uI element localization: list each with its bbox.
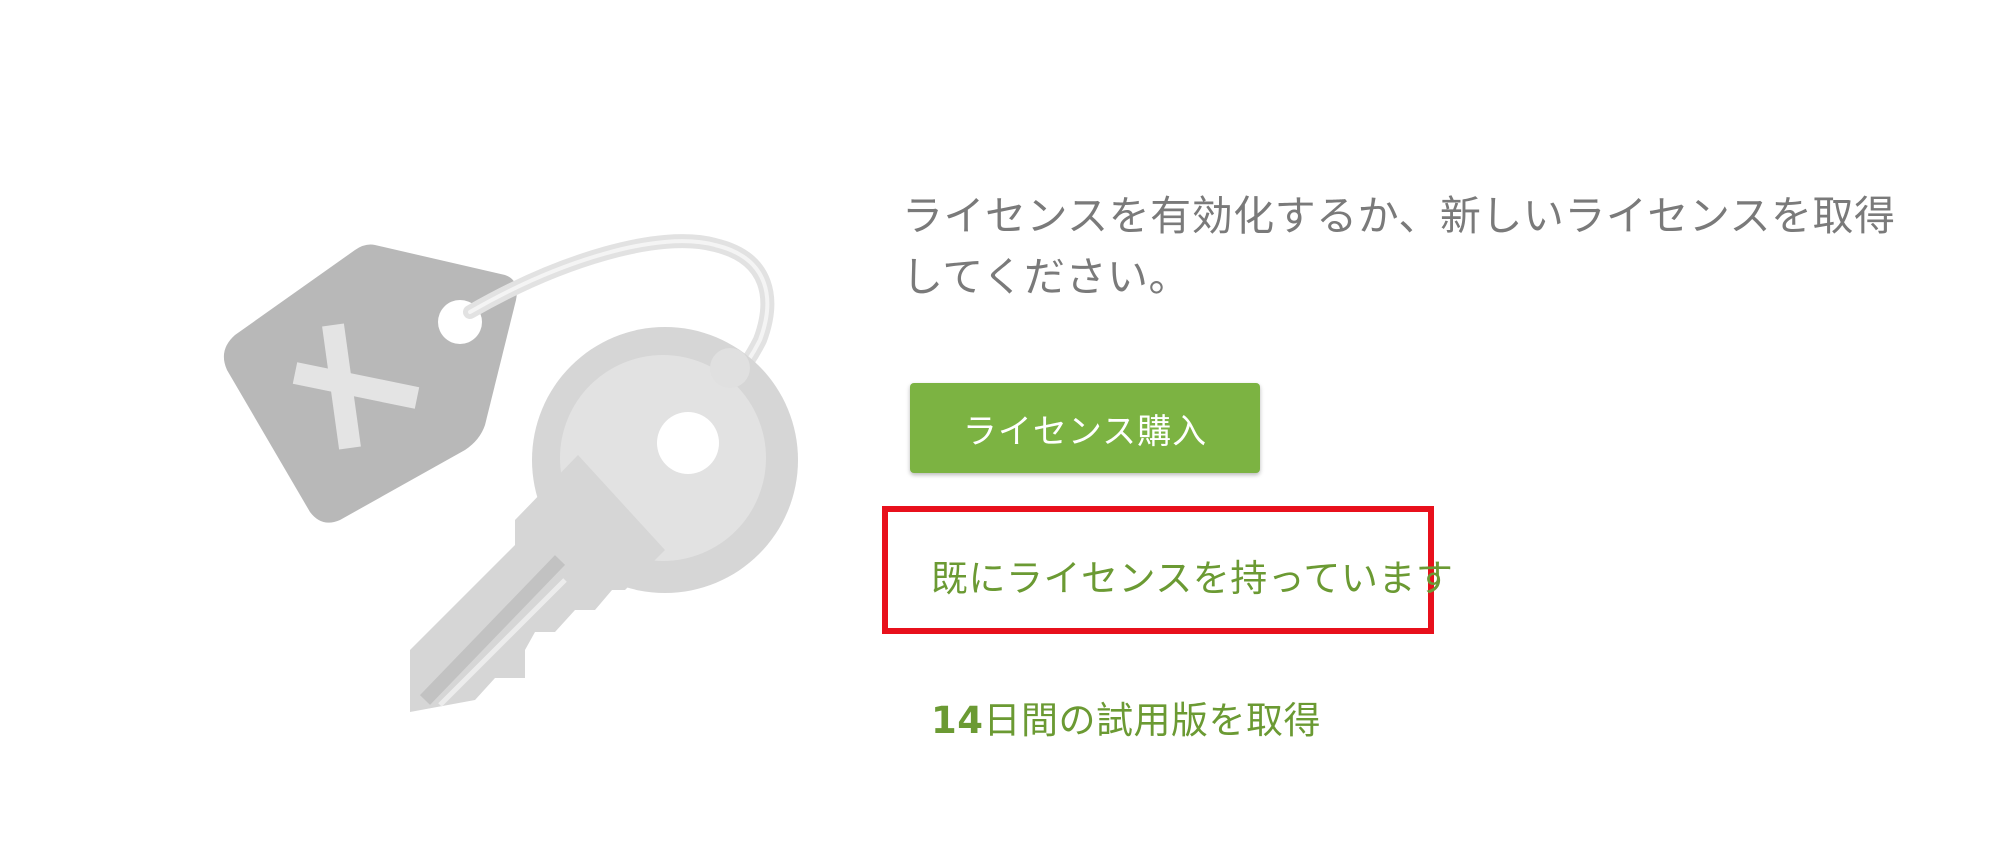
trial-link-label: 日間の試用版を取得 (983, 699, 1321, 742)
buy-license-button[interactable]: ライセンス購入 (910, 383, 1260, 473)
already-have-license-link[interactable]: 既にライセンスを持っています (931, 548, 1453, 602)
license-key-tag-icon (223, 234, 798, 712)
get-trial-link[interactable]: 14日間の試用版を取得 (931, 690, 1321, 744)
license-prompt-text: ライセンスを有効化するか、新しいライセンスを取得してください。 (902, 192, 1896, 301)
trial-days-number: 14 (931, 699, 984, 742)
price-tag-icon (223, 244, 517, 523)
